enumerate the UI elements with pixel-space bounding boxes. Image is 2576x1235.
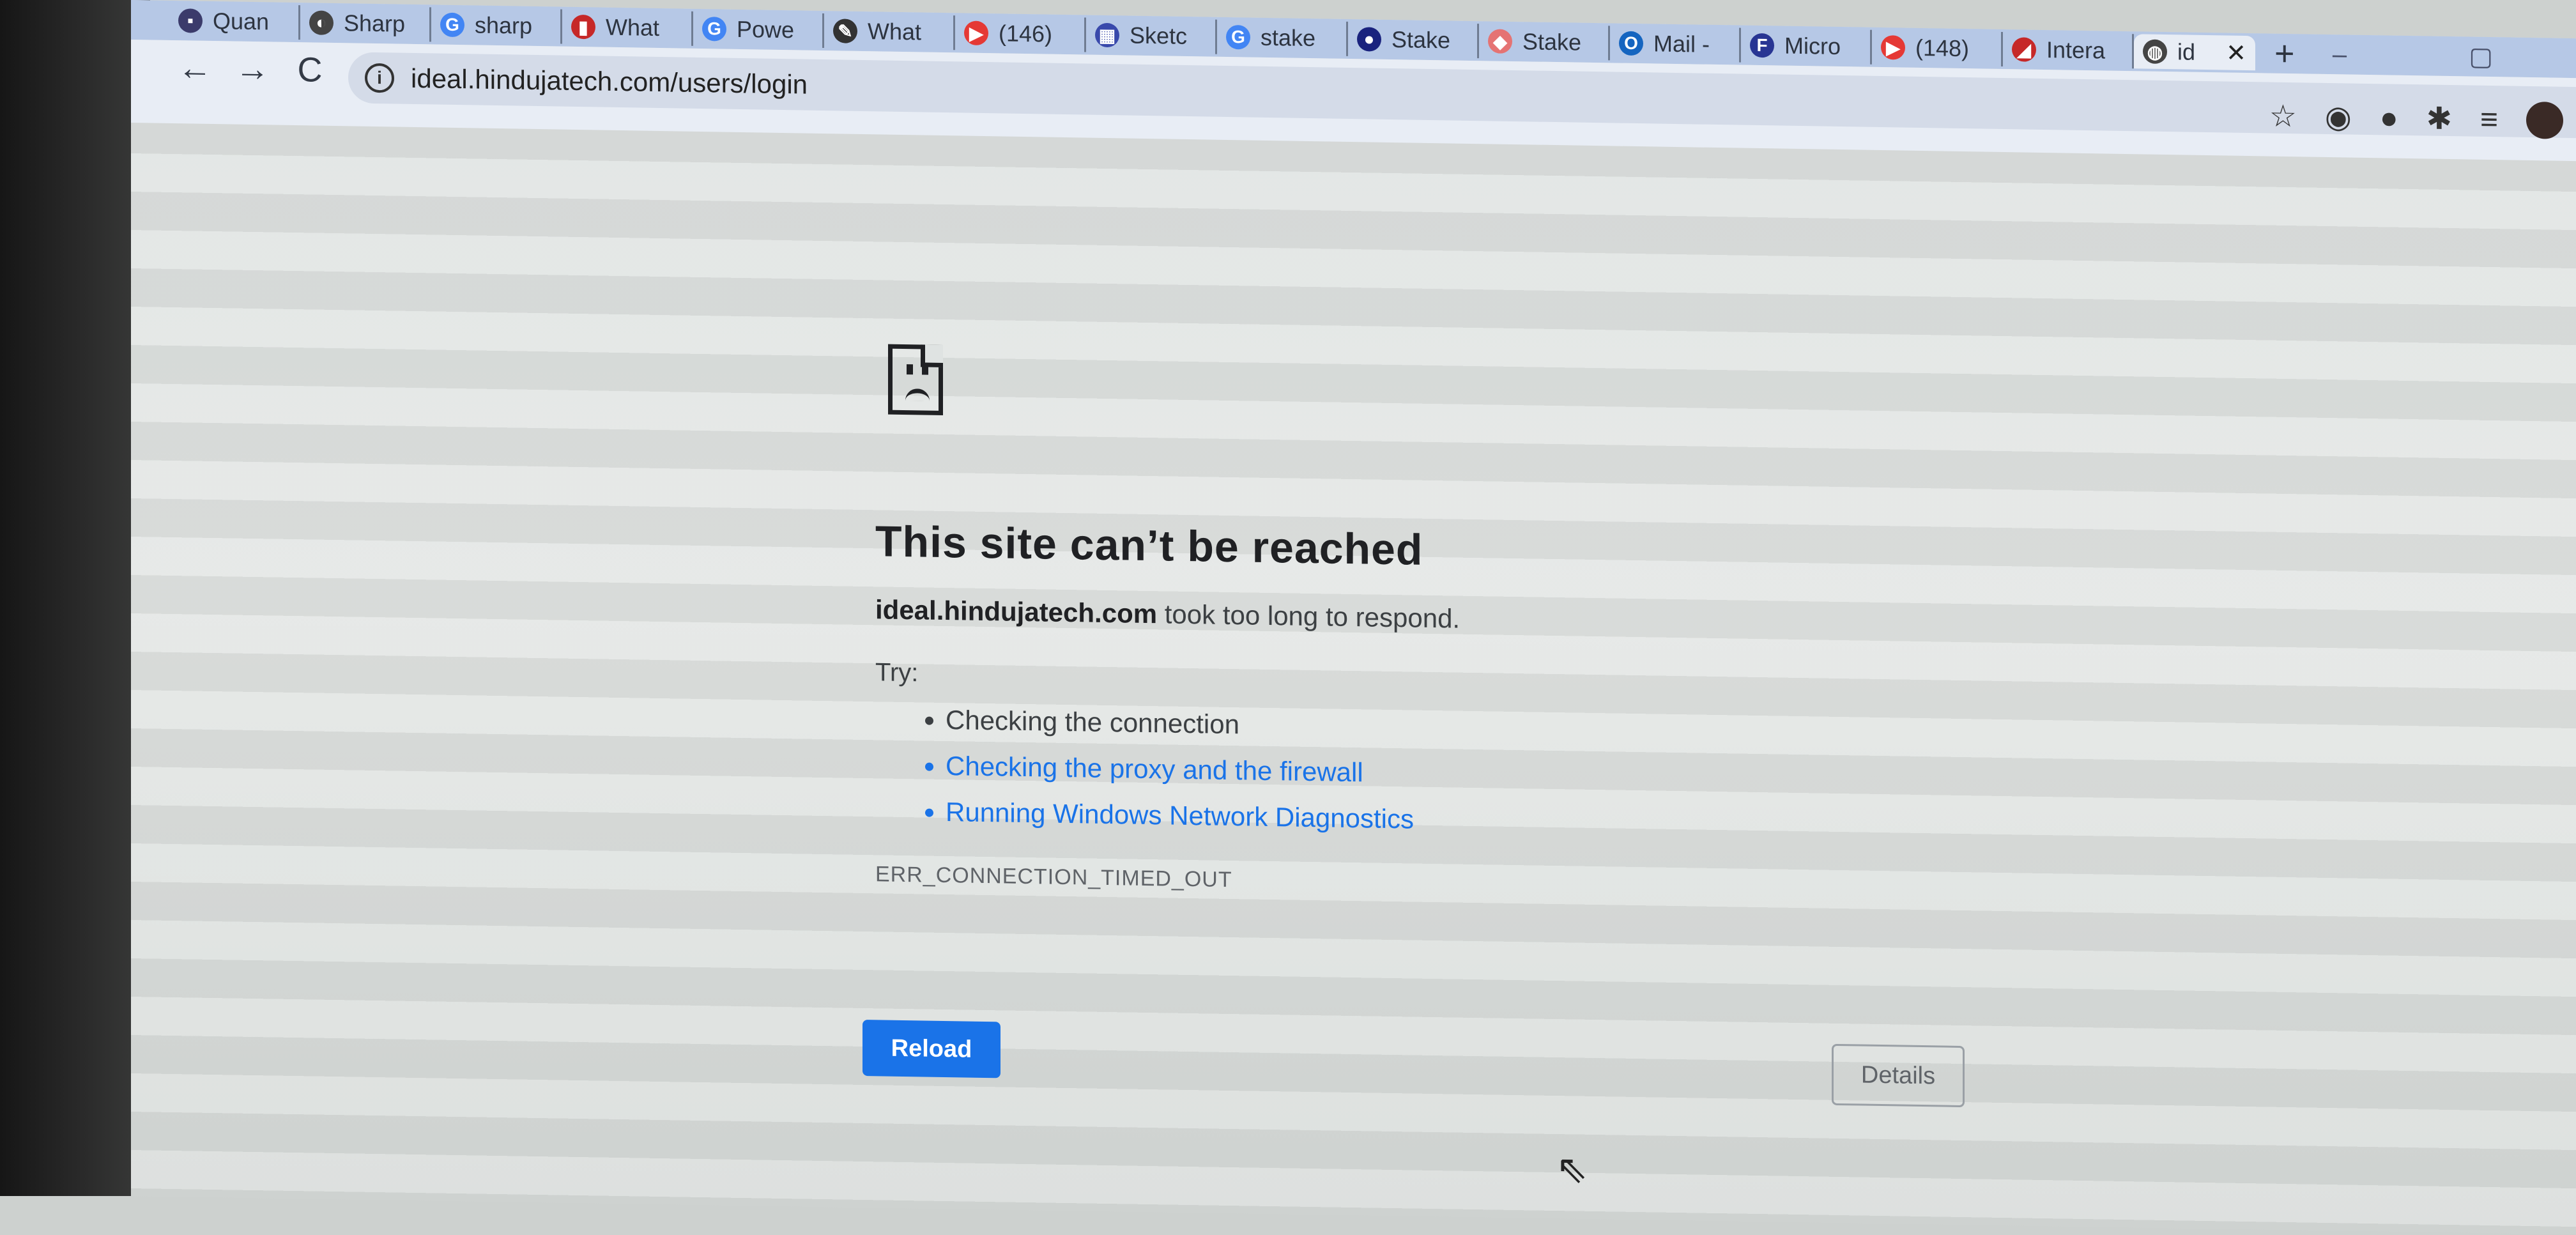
tab-label: What (868, 18, 922, 45)
error-message-text: took too long to respond. (1157, 599, 1460, 634)
outlook-icon: O (1619, 31, 1643, 56)
tab-6[interactable]: ▶ (146) (955, 15, 1086, 52)
error-message: ideal.hindujatech.com took too long to r… (875, 594, 2089, 644)
pin-icon: ✎ (833, 19, 857, 43)
reload-button[interactable]: Reload (862, 1019, 1000, 1078)
error-host: ideal.hindujatech.com (875, 594, 1158, 629)
window-controls[interactable]: – ▢ (2333, 40, 2550, 72)
suggestion-item[interactable]: Running Windows Network Diagnostics (946, 797, 2089, 845)
new-tab-button[interactable]: + (2274, 34, 2295, 73)
laptop-bezel (0, 0, 150, 1196)
close-icon[interactable]: ✕ (2226, 38, 2246, 68)
app-icon: ▪ (178, 8, 203, 33)
tab-label: Sharp (344, 10, 406, 37)
tab-label: Micro (1784, 32, 1841, 60)
avatar[interactable] (2526, 101, 2563, 139)
google-icon: G (1226, 24, 1250, 50)
reload-icon[interactable]: C (291, 50, 329, 90)
error-content: This site can’t be reached ideal.hinduja… (875, 344, 2089, 906)
tab-label: Intera (2046, 36, 2106, 64)
media-icon[interactable]: ≡ (2480, 102, 2498, 137)
stake-icon: ◆ (1488, 29, 1512, 54)
google-icon: G (440, 12, 464, 38)
browser-window: ▪ Quan ◐ Sharp Gsharp ▮ What G Powe ✎ What ▶ (146) ▦ S… (131, 0, 2576, 1235)
tab-label: stake (1261, 24, 1316, 52)
tab-2[interactable]: Gsharp (431, 7, 562, 44)
tab-14[interactable]: ◢ Intera (2003, 32, 2134, 69)
error-title: This site can’t be reached (875, 517, 1423, 574)
try-label: Try: (875, 658, 919, 687)
dots-icon: ● (1357, 27, 1381, 52)
globe-icon: ◍ (2143, 39, 2167, 65)
google-icon: G (702, 17, 726, 42)
sad-page-icon (888, 344, 943, 415)
tab-label: Powe (737, 15, 795, 43)
url-text[interactable]: ideal.hindujatech.com/users/login (411, 63, 808, 100)
forms-icon: F (1750, 33, 1774, 58)
puzzle-icon[interactable]: ✱ (2426, 100, 2452, 137)
tab-10[interactable]: ◆ Stake (1479, 24, 1610, 61)
tab-11[interactable]: O Mail - (1610, 26, 1741, 63)
tab-label: Sketc (1130, 22, 1188, 49)
tab-label: (148) (1915, 34, 1970, 62)
suggestion-list: Checking the connectionChecking the prox… (875, 703, 2089, 845)
youtube-icon: ▶ (964, 20, 988, 46)
forward-button[interactable]: → (233, 49, 272, 89)
tab-label: Mail - (1653, 30, 1710, 58)
star-icon[interactable]: ☆ (2269, 98, 2297, 135)
youtube-icon: ▶ (1881, 35, 1905, 60)
suggestion-item[interactable]: Checking the proxy and the firewall (946, 751, 2089, 799)
tab-0[interactable]: ▪ Quan (169, 3, 300, 40)
error-code: ERR_CONNECTION_TIMED_OUT (875, 862, 1232, 893)
tab-5[interactable]: ✎ What (824, 13, 955, 50)
tab-8[interactable]: Gstake (1217, 19, 1348, 56)
tab-label: Quan (213, 8, 270, 35)
tab-label: What (606, 13, 660, 41)
tab-12[interactable]: F Micro (1741, 27, 1872, 65)
tab-13[interactable]: ▶ (148) (1872, 29, 2003, 67)
tab-label: (146) (999, 20, 1053, 47)
tab-label: id (2177, 38, 2196, 65)
tab-label: sharp (475, 12, 533, 39)
extension-icon-1[interactable]: ◉ (2325, 99, 2352, 135)
back-button[interactable]: ← (176, 48, 214, 88)
tab-active[interactable]: ◍ id ✕ (2134, 34, 2255, 71)
chart-icon: ▮ (571, 14, 595, 40)
tab-3[interactable]: ▮ What (562, 9, 693, 46)
info-icon[interactable]: i (365, 63, 394, 93)
details-button[interactable]: Details (1832, 1043, 1965, 1108)
tab-label: Stake (1392, 26, 1451, 54)
sketch-icon: ▦ (1095, 22, 1119, 48)
extension-icon-2[interactable]: ● (2380, 100, 2398, 135)
suggestion-item: Checking the connection (946, 705, 2089, 753)
tab-9[interactable]: ● Stake (1348, 21, 1479, 59)
tab-label: Stake (1522, 28, 1582, 56)
tab-4[interactable]: G Powe (693, 11, 824, 49)
extension-icons: ☆ ◉ ● ✱ ≡ (2269, 98, 2563, 139)
tab-1[interactable]: ◐ Sharp (300, 5, 431, 42)
sharp-icon: ◐ (309, 10, 334, 35)
tab-7[interactable]: ▦ Sketc (1086, 17, 1217, 54)
flag-icon: ◢ (2012, 37, 2036, 62)
mouse-cursor-icon: ⇖ (1556, 1147, 1588, 1191)
